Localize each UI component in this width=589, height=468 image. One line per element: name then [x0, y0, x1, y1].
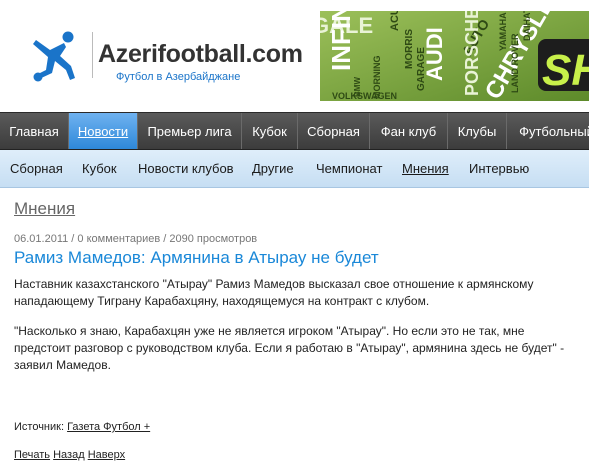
sub-nav-item[interactable]: Интервью: [469, 150, 529, 188]
banner-word: VOLKSWAGEN: [332, 91, 397, 101]
section-title[interactable]: Мнения: [14, 199, 75, 219]
logo-separator: [92, 32, 93, 78]
article-paragraph: Наставник казахстанского "Атырау" Рамиз …: [14, 277, 534, 308]
article-actions: Печать Назад Наверх: [14, 449, 125, 461]
site-header: Azerifootball.com Футбол в Азербайджане …: [0, 0, 589, 112]
sub-nav-item[interactable]: Кубок: [82, 150, 117, 188]
banner-word: PORSCHE: [462, 11, 482, 96]
back-link[interactable]: Назад: [53, 449, 85, 461]
main-nav-item[interactable]: Кубок: [242, 113, 298, 149]
banner-word: AUDI: [422, 27, 447, 81]
sub-nav-item[interactable]: Чемпионат: [316, 150, 382, 188]
sub-navigation: Сборная Кубок Новости клубов Другие Чемпиона…: [0, 150, 589, 188]
article-title[interactable]: Рамиз Мамедов: Армянина в Атырау не буде…: [14, 248, 379, 268]
banner-word: ACURA: [389, 11, 401, 31]
banner-word: YAMAHA: [498, 12, 508, 51]
banner-badge-text: SH: [542, 46, 589, 95]
site-title[interactable]: Azerifootball.com: [98, 40, 303, 69]
main-nav-item[interactable]: Фан клуб: [370, 113, 448, 149]
banner-word: DAIHATSU: [522, 11, 532, 41]
article-paragraph: "Насколько я знаю, Карабахцян уже не явл…: [14, 324, 565, 372]
main-nav-item[interactable]: Главная: [0, 113, 69, 149]
banner-word: LAND ROVER: [510, 33, 520, 93]
source-link[interactable]: Газета Футбол +: [67, 421, 150, 433]
sub-nav-item[interactable]: Мнения: [402, 150, 449, 188]
banner-word: MORRIS: [404, 29, 415, 69]
main-navigation: Главная Новости Премьер лига Кубок Сборная Фа…: [0, 112, 589, 150]
football-player-icon: [33, 31, 75, 82]
banner-word-cloud: GALEINFINITI ACURAMORRIS GARAGEAUDI AUTOPOR…: [320, 11, 589, 101]
main-nav-item[interactable]: Премьер лига: [138, 113, 242, 149]
sub-nav-item[interactable]: Новости клубов: [138, 150, 234, 188]
main-nav-item[interactable]: Футбольный: [507, 113, 589, 149]
sub-nav-item[interactable]: Другие: [252, 150, 294, 188]
site-subtitle: Футбол в Азербайджане: [116, 71, 241, 83]
print-link[interactable]: Печать: [14, 449, 50, 461]
banner-word: INFINITI: [326, 11, 356, 71]
source-label: Источник:: [14, 421, 65, 433]
article-source: Источник: Газета Футбол +: [14, 421, 150, 433]
main-nav-item[interactable]: Клубы: [448, 113, 507, 149]
sub-nav-item[interactable]: Сборная: [10, 150, 63, 188]
main-nav-item[interactable]: Новости: [69, 113, 138, 149]
advertisement-banner[interactable]: GALE INFINITI ACURA MORRIS GARAGE AUDI AUTO POR…: [320, 11, 589, 101]
top-link[interactable]: Наверх: [88, 449, 125, 461]
main-nav-item[interactable]: Сборная: [298, 113, 370, 149]
article-meta: 06.01.2011 / 0 комментариев / 2090 просм…: [14, 233, 258, 245]
site-logo[interactable]: Azerifootball.com Футбол в Азербайджане: [28, 28, 318, 88]
